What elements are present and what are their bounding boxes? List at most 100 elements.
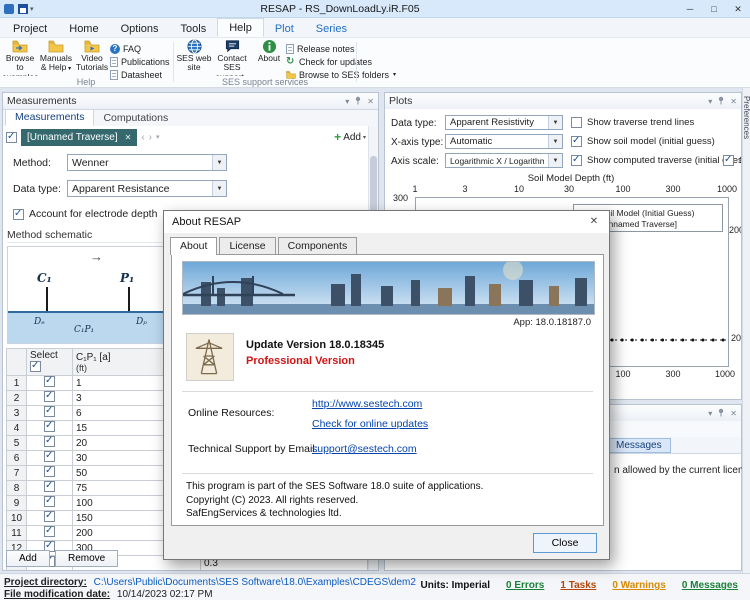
add-row-button[interactable]: Add: [6, 550, 50, 567]
select-all-checkbox[interactable]: [30, 361, 41, 372]
add-traverse-button[interactable]: + Add ▾: [334, 130, 366, 144]
tab-tools[interactable]: Tools: [170, 20, 218, 37]
pin-icon[interactable]: [717, 96, 725, 107]
dialog-tab-components[interactable]: Components: [278, 237, 358, 254]
show-legend-row[interactable]: Show Leg: [723, 155, 741, 166]
check-updates-button[interactable]: ↻ Check for updates: [286, 55, 356, 68]
data-type-select[interactable]: Apparent Resistance▼: [67, 180, 227, 197]
publications-button[interactable]: Publications: [110, 55, 172, 68]
trend-lines-checkbox[interactable]: [571, 117, 582, 128]
refresh-icon: ↻: [286, 57, 296, 67]
traverse-checkbox[interactable]: [6, 132, 17, 143]
tab-computations[interactable]: Computations: [94, 111, 177, 126]
browse-to-examples-button[interactable]: Browse to examples: [2, 39, 38, 76]
tab-series[interactable]: Series: [305, 20, 358, 37]
file-date-value: 10/14/2023 02:17 PM: [117, 589, 213, 600]
tab-messages[interactable]: Messages: [607, 438, 671, 453]
project-directory-link[interactable]: C:\Users\Public\Documents\SES Software\1…: [94, 577, 416, 588]
trend-lines-row[interactable]: Show traverse trend lines: [571, 117, 694, 128]
chevron-down-icon[interactable]: ▾: [708, 97, 712, 106]
chevron-down-icon[interactable]: ▾: [345, 97, 349, 106]
pin-icon[interactable]: [354, 96, 362, 107]
method-select[interactable]: Wenner▼: [67, 154, 227, 171]
tab-help[interactable]: Help: [217, 18, 264, 37]
divider: [182, 391, 593, 392]
close-traverse-icon[interactable]: ✕: [125, 133, 132, 142]
row-checkbox[interactable]: [44, 496, 55, 507]
row-checkbox[interactable]: [44, 436, 55, 447]
traverse-list-caret-icon[interactable]: ▾: [156, 133, 160, 141]
show-legend-checkbox[interactable]: [723, 155, 734, 166]
about-button[interactable]: About: [254, 39, 284, 76]
x-axis-type-select[interactable]: Automatic▼: [445, 134, 563, 149]
chevron-down-icon[interactable]: ▾: [708, 409, 712, 418]
errors-count[interactable]: 0 Errors: [506, 580, 544, 591]
computed-traverse-checkbox[interactable]: [571, 155, 582, 166]
c1-label: C₁: [37, 271, 52, 285]
row-checkbox[interactable]: [44, 511, 55, 522]
minimize-button[interactable]: ─: [678, 0, 702, 18]
website-link[interactable]: http://www.sestech.com: [312, 398, 422, 410]
group-label-support: SES support services: [176, 77, 354, 87]
tab-options[interactable]: Options: [110, 20, 170, 37]
maximize-button[interactable]: □: [702, 0, 726, 18]
row-checkbox[interactable]: [44, 451, 55, 462]
panel-close-icon[interactable]: ✕: [730, 409, 737, 418]
tab-measurements-sub[interactable]: Measurements: [5, 109, 94, 126]
release-notes-button[interactable]: Release notes: [286, 42, 356, 55]
dialog-close-icon[interactable]: ✕: [579, 211, 609, 232]
top-tick: 1000: [717, 184, 737, 194]
manuals-help-button[interactable]: Manuals & Help: [38, 39, 74, 76]
pin-icon[interactable]: [717, 408, 725, 419]
remove-row-button[interactable]: Remove: [55, 550, 118, 567]
ses-website-button[interactable]: SES web site: [176, 39, 212, 76]
preferences-label: Preferences: [742, 96, 750, 139]
panel-close-icon[interactable]: ✕: [367, 97, 374, 106]
bottom-tick: 300: [665, 369, 680, 379]
top-tick: 300: [665, 184, 680, 194]
row-checkbox[interactable]: [44, 466, 55, 477]
dialog-close-button[interactable]: Close: [533, 533, 597, 553]
edition-label: Professional Version: [246, 355, 355, 367]
preferences-side-tab[interactable]: Preferences: [742, 88, 750, 573]
folder-icon: [12, 39, 28, 53]
check-updates-link[interactable]: Check for online updates: [312, 418, 428, 430]
soil-model-checkbox[interactable]: [571, 136, 582, 147]
tab-plot[interactable]: Plot: [264, 20, 305, 37]
window-close-button[interactable]: ✕: [726, 0, 750, 18]
computed-traverse-row[interactable]: Show computed traverse (initial guess): [571, 155, 741, 166]
plot-data-type-select[interactable]: Apparent Resistivity▼: [445, 115, 563, 130]
row-checkbox[interactable]: [44, 406, 55, 417]
axis-scale-label: Axis scale:: [391, 156, 439, 167]
messages-count[interactable]: 0 Messages: [682, 580, 738, 591]
contact-support-button[interactable]: Contact SES support: [212, 39, 252, 76]
row-checkbox[interactable]: [44, 421, 55, 432]
folder-icon: [48, 39, 64, 53]
traverse-tab[interactable]: [Unnamed Traverse] ✕: [21, 129, 137, 146]
next-traverse-icon[interactable]: ›: [149, 132, 152, 143]
panel-close-icon[interactable]: ✕: [730, 97, 737, 106]
soil-model-row[interactable]: Show soil model (initial guess): [571, 136, 715, 147]
video-tutorials-button[interactable]: Video Tutorials: [74, 39, 110, 76]
row-checkbox[interactable]: [44, 481, 55, 492]
tab-project[interactable]: Project: [2, 20, 58, 37]
faq-button[interactable]: ? FAQ: [110, 42, 172, 55]
account-depth-checkbox-row[interactable]: Account for electrode depth: [13, 208, 157, 220]
suite-line: This program is part of the SES Software…: [186, 481, 483, 492]
row-checkbox[interactable]: [44, 376, 55, 387]
support-email-link[interactable]: support@sestech.com: [312, 443, 417, 455]
axis-scale-select[interactable]: Logarithmic X / Logarithmic Y▼: [445, 153, 563, 168]
company-line: SafEngServices & technologies ltd.: [186, 508, 342, 519]
row-checkbox[interactable]: [44, 391, 55, 402]
account-depth-checkbox[interactable]: [13, 209, 24, 220]
dialog-tab-license[interactable]: License: [219, 237, 275, 254]
units-indicator[interactable]: Units: Imperial: [421, 580, 490, 591]
tab-home[interactable]: Home: [58, 20, 109, 37]
row-checkbox[interactable]: [44, 526, 55, 537]
tasks-count[interactable]: 1 Tasks: [560, 580, 596, 591]
bottom-tick: 100: [615, 369, 630, 379]
warnings-count[interactable]: 0 Warnings: [612, 580, 666, 591]
dialog-tab-about[interactable]: About: [170, 237, 217, 255]
prev-traverse-icon[interactable]: ‹: [141, 132, 144, 143]
data-type-label: Data type:: [13, 183, 67, 195]
